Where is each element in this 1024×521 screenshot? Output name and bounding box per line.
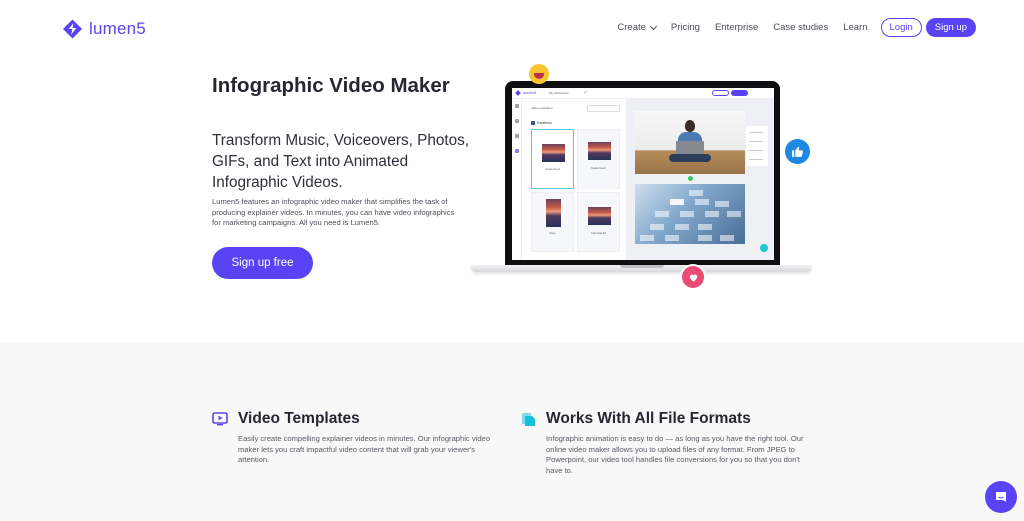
video-play-icon [212, 412, 228, 426]
app-logo-text: lumen5 [523, 90, 537, 95]
thumbs-up-icon [785, 139, 810, 164]
feature-description: Infographic animation is easy to do — as… [546, 434, 804, 475]
scene-tile [670, 199, 684, 205]
app-screenshot: lumen5 My Workspace ↶ Video resolution F… [512, 88, 774, 260]
format-card: Story [531, 192, 574, 252]
format-card: News Feed [531, 129, 574, 189]
format-thumbnail [542, 144, 565, 162]
site-header: lumen5 Create Pricing Enterprise Case st… [0, 0, 1024, 58]
scene-tile [689, 190, 703, 196]
nav-pricing[interactable]: Pricing [671, 22, 700, 33]
scene-person [685, 120, 695, 132]
hero-subtitle: Transform Music, Voiceovers, Photos, GIF… [212, 132, 470, 191]
menu-line [749, 159, 763, 160]
scene-1-thumbnail [635, 111, 745, 174]
scene-laptop [676, 141, 704, 154]
features-section [0, 343, 1024, 521]
app-publish-button [731, 90, 748, 96]
nav-learn[interactable]: Learn [843, 22, 867, 33]
scene-tile [640, 235, 654, 241]
format-thumbnail [588, 142, 611, 160]
format-thumbnail [546, 199, 561, 227]
scene-tile [650, 224, 664, 230]
menu-line [749, 150, 763, 151]
scene-tile [715, 201, 729, 207]
format-label: News Feed [591, 166, 606, 170]
feature-file-formats: Works With All File Formats Infographic … [520, 410, 816, 476]
app-logo-icon [515, 90, 521, 96]
scene-tile [698, 224, 712, 230]
heart-glyph [689, 274, 697, 282]
scene-tile [655, 211, 669, 217]
undo-icon: ↶ [584, 90, 588, 95]
panel-section-title: Facebook [537, 120, 552, 125]
format-card: Carousel Ad [577, 192, 620, 252]
help-chat-icon [760, 244, 768, 252]
logo[interactable]: lumen5 [62, 18, 146, 40]
menu-line [749, 141, 763, 142]
feature-title: Video Templates [238, 410, 360, 427]
feature-video-templates: Video Templates Easily create compelling… [212, 410, 508, 466]
hero-title: Infographic Video Maker [212, 74, 450, 97]
files-icon [522, 413, 535, 426]
scene-tile [675, 224, 689, 230]
scene-tile [705, 211, 719, 217]
laughing-emoji-icon [529, 64, 549, 84]
app-preview-button [712, 90, 729, 96]
app-sidebar-icon [515, 149, 519, 153]
scene-2-thumbnail [635, 184, 745, 244]
nav-enterprise[interactable]: Enterprise [715, 22, 758, 33]
laptop-notch [620, 265, 664, 268]
app-sidebar-icon [515, 104, 519, 108]
signup-free-button[interactable]: Sign up free [212, 247, 313, 279]
panel-select [587, 105, 620, 112]
app-format-panel: Video resolution Facebook News Feed News… [522, 99, 626, 260]
format-label: Carousel Ad [590, 231, 607, 235]
heart-icon [682, 266, 704, 288]
feature-title: Works With All File Formats [546, 410, 751, 427]
signup-button[interactable]: Sign up [925, 18, 976, 37]
nav-create[interactable]: Create [617, 22, 657, 33]
scene-tile [727, 211, 741, 217]
scene-tile [665, 235, 679, 241]
thumbs-up-glyph [792, 146, 803, 157]
chevron-down-icon [649, 22, 657, 30]
scene-options-menu [746, 126, 768, 166]
app-sidebar [512, 99, 522, 260]
app-canvas [626, 99, 774, 260]
app-topbar: lumen5 My Workspace ↶ [512, 88, 774, 99]
facebook-icon [531, 121, 535, 125]
add-scene-icon [688, 176, 693, 181]
app-workspace: My Workspace [549, 90, 569, 95]
format-label: Story [549, 231, 556, 235]
feature-description: Easily create compelling explainer video… [238, 434, 490, 465]
scene-tile [695, 199, 709, 205]
lumen5-logo-icon [62, 19, 83, 39]
app-sidebar-icon [515, 134, 519, 138]
nav-case-studies[interactable]: Case studies [773, 22, 828, 33]
logo-text: lumen5 [89, 19, 146, 38]
format-thumbnail [588, 207, 611, 225]
login-button[interactable]: Login [880, 18, 922, 37]
format-label: News Feed [545, 167, 560, 171]
menu-line [749, 132, 763, 133]
app-sidebar-icon [515, 119, 519, 123]
main-nav: Create Pricing Enterprise Case studies L… [617, 18, 976, 37]
chat-icon [996, 492, 1006, 502]
hero-description: Lumen5 features an infographic video mak… [212, 197, 455, 228]
laptop-mockup: lumen5 My Workspace ↶ Video resolution F… [471, 78, 812, 278]
scene-person [669, 154, 711, 162]
nav-create-label: Create [617, 22, 646, 33]
scene-tile [680, 211, 694, 217]
format-card: News Feed [577, 129, 620, 189]
scene-tile [698, 235, 712, 241]
chat-launcher-button[interactable] [985, 481, 1017, 513]
scene-tile [720, 235, 734, 241]
